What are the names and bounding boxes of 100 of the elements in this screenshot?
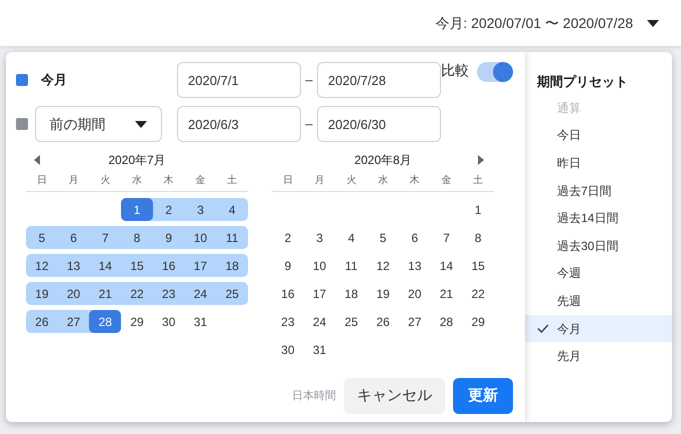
- preset-item[interactable]: 今日: [525, 122, 672, 150]
- day-cell[interactable]: 10: [304, 254, 336, 277]
- preset-item[interactable]: 過去30日間: [525, 232, 672, 260]
- end-date-field[interactable]: 2020/6/30: [317, 106, 441, 142]
- preset-item[interactable]: 過去14日間: [525, 204, 672, 232]
- day-cell[interactable]: 3: [184, 198, 216, 221]
- date-range-label[interactable]: 今月: 2020/07/01 〜 2020/07/28: [435, 12, 633, 34]
- day-cell[interactable]: 2: [152, 198, 185, 221]
- day-cell[interactable]: 22: [121, 282, 153, 305]
- day-cell[interactable]: 16: [272, 282, 304, 305]
- weekday-label: 月: [314, 174, 326, 188]
- day-cell[interactable]: 30: [152, 310, 185, 333]
- day-cell[interactable]: 24: [304, 310, 336, 333]
- day-cell[interactable]: 12: [26, 254, 58, 277]
- weekday-label: 火: [345, 174, 358, 188]
- day-cell[interactable]: 5: [367, 226, 399, 249]
- preset-item[interactable]: 今週: [525, 260, 672, 288]
- weekday-label: 金: [194, 174, 206, 188]
- day-cell[interactable]: 26: [367, 310, 399, 333]
- day-cell[interactable]: 9: [152, 226, 185, 249]
- preset-item[interactable]: 過去7日間: [525, 176, 672, 204]
- caret-icon: [134, 120, 146, 128]
- day-cell[interactable]: 8: [462, 226, 494, 249]
- month-title: 2020年7月: [108, 152, 166, 169]
- day-cell[interactable]: 26: [26, 310, 58, 333]
- day-cell[interactable]: 27: [58, 310, 90, 333]
- day-cell[interactable]: 5: [26, 226, 58, 249]
- day-cell[interactable]: 15: [462, 254, 494, 277]
- day-cell[interactable]: 18: [335, 282, 368, 305]
- day-cell[interactable]: 6: [58, 226, 90, 249]
- day-cell[interactable]: 13: [58, 254, 90, 277]
- day-cell[interactable]: 7: [430, 226, 462, 249]
- day-cell[interactable]: 9: [272, 254, 304, 277]
- day-cell[interactable]: 10: [184, 226, 216, 249]
- day-cell[interactable]: 31: [304, 338, 336, 361]
- previous-month-icon[interactable]: [34, 155, 40, 165]
- day-cell[interactable]: 31: [184, 310, 216, 333]
- day-cell[interactable]: 20: [398, 282, 431, 305]
- day-cell[interactable]: 20: [58, 282, 90, 305]
- compare-toggle[interactable]: [477, 62, 513, 82]
- day-cell[interactable]: 7: [89, 226, 122, 249]
- check-icon: [537, 324, 549, 334]
- day-cell[interactable]: 25: [335, 310, 368, 333]
- month-title: 2020年8月: [354, 152, 412, 169]
- day-cell[interactable]: 29: [462, 310, 494, 333]
- day-cell[interactable]: 4: [335, 226, 368, 249]
- day-cell[interactable]: 6: [398, 226, 431, 249]
- day-cell[interactable]: 8: [121, 226, 153, 249]
- day-cell[interactable]: 1: [121, 198, 153, 221]
- day-cell[interactable]: 17: [184, 254, 216, 277]
- range-separator: –: [304, 71, 314, 90]
- period-label: 今月: [41, 71, 67, 90]
- start-date-field[interactable]: 2020/7/1: [177, 62, 301, 98]
- day-cell[interactable]: 2: [272, 226, 304, 249]
- day-cell[interactable]: 12: [367, 254, 399, 277]
- compare-label: 比較: [441, 61, 469, 80]
- period-dropdown[interactable]: 前の期間: [34, 106, 162, 142]
- day-cell[interactable]: 23: [272, 310, 304, 333]
- day-cell[interactable]: 11: [216, 226, 248, 249]
- day-cell[interactable]: 27: [398, 310, 431, 333]
- weekday-label: 日: [36, 174, 48, 188]
- cancel-button[interactable]: キャンセル: [344, 378, 445, 414]
- weekday-label: 月: [68, 174, 80, 188]
- weekday-label: 火: [99, 174, 112, 188]
- preset-item[interactable]: 先月: [525, 342, 672, 370]
- weekday-label: 水: [130, 174, 143, 188]
- day-cell[interactable]: 22: [462, 282, 494, 305]
- day-cell[interactable]: 19: [367, 282, 399, 305]
- day-cell[interactable]: 17: [304, 282, 336, 305]
- day-cell[interactable]: 29: [121, 310, 153, 333]
- day-cell[interactable]: 11: [335, 254, 368, 277]
- update-button[interactable]: 更新: [453, 378, 513, 414]
- presets-title: 期間プリセット: [536, 73, 629, 91]
- preset-item[interactable]: 先週: [525, 287, 672, 315]
- day-cell[interactable]: 30: [272, 338, 304, 361]
- day-cell[interactable]: 14: [430, 254, 462, 277]
- day-cell[interactable]: 13: [398, 254, 431, 277]
- caret-icon[interactable]: [647, 20, 659, 26]
- day-cell[interactable]: 25: [216, 282, 248, 305]
- weekday-label: 日: [282, 174, 294, 188]
- preset-item[interactable]: 今月: [525, 314, 672, 342]
- next-month-icon[interactable]: [478, 155, 484, 165]
- day-cell[interactable]: 21: [89, 282, 122, 305]
- day-cell[interactable]: 23: [152, 282, 185, 305]
- end-date-field[interactable]: 2020/7/28: [317, 62, 441, 98]
- day-cell[interactable]: 1: [462, 198, 494, 221]
- day-cell[interactable]: 16: [152, 254, 185, 277]
- start-date-field[interactable]: 2020/6/3: [177, 106, 301, 142]
- day-cell[interactable]: 28: [430, 310, 462, 333]
- day-cell[interactable]: 4: [216, 198, 248, 221]
- day-cell[interactable]: 14: [89, 254, 122, 277]
- day-cell[interactable]: 3: [304, 226, 336, 249]
- day-cell[interactable]: 21: [430, 282, 462, 305]
- day-cell[interactable]: 24: [184, 282, 216, 305]
- day-cell[interactable]: 19: [26, 282, 58, 305]
- weekday-label: 木: [162, 174, 175, 188]
- day-cell[interactable]: 15: [121, 254, 153, 277]
- day-cell[interactable]: 18: [216, 254, 248, 277]
- preset-item[interactable]: 昨日: [525, 149, 672, 177]
- day-cell[interactable]: 28: [89, 310, 122, 333]
